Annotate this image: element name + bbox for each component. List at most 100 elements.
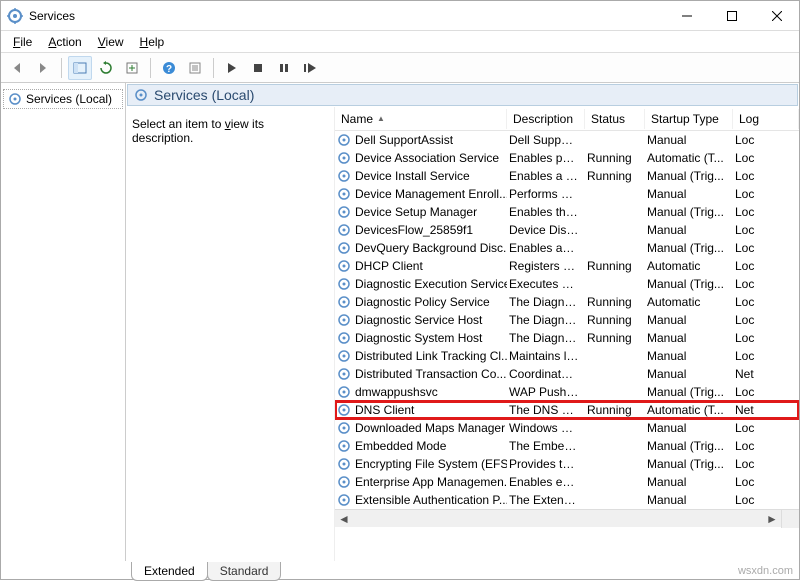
table-row[interactable]: Downloaded Maps ManagerWindows se...Manu… (335, 419, 799, 437)
service-description: Provides th... (507, 457, 585, 471)
column-log-on-as[interactable]: Log (733, 109, 799, 129)
menu-file[interactable]: File (5, 33, 40, 51)
tab-extended[interactable]: Extended (131, 562, 208, 581)
list-body[interactable]: Dell SupportAssistDell Suppor...ManualLo… (335, 131, 799, 509)
table-row[interactable]: DHCP ClientRegisters an...RunningAutomat… (335, 257, 799, 275)
service-logon: Loc (733, 277, 799, 291)
tree-item-label: Services (Local) (26, 92, 112, 106)
service-description: Performs D... (507, 187, 585, 201)
service-description: The Diagno... (507, 331, 585, 345)
service-logon: Loc (733, 259, 799, 273)
view-tabs: Extended Standard (1, 559, 799, 581)
export-list-button[interactable] (120, 56, 144, 80)
forward-button[interactable] (31, 56, 55, 80)
gear-icon (337, 241, 351, 255)
service-name: Device Management Enroll... (355, 187, 507, 201)
separator (150, 58, 151, 78)
pause-service-button[interactable] (272, 56, 296, 80)
service-description: Windows se... (507, 421, 585, 435)
help-button[interactable]: ? (157, 56, 181, 80)
service-logon: Loc (733, 331, 799, 345)
service-startup-type: Manual (645, 421, 733, 435)
titlebar: Services (1, 1, 799, 31)
gear-icon (337, 421, 351, 435)
table-row[interactable]: Extensible Authentication P...The Extens… (335, 491, 799, 509)
table-row[interactable]: dmwappushsvcWAP Push ...Manual (Trig...L… (335, 383, 799, 401)
horizontal-scrollbar[interactable]: ◄ ► (335, 509, 799, 527)
gear-icon (337, 475, 351, 489)
table-row[interactable]: DevQuery Background Disc...Enables app..… (335, 239, 799, 257)
table-row[interactable]: Device Install ServiceEnables a c...Runn… (335, 167, 799, 185)
service-name: DevQuery Background Disc... (355, 241, 507, 255)
menu-help[interactable]: Help (132, 33, 173, 51)
table-row[interactable]: Diagnostic Service HostThe Diagno...Runn… (335, 311, 799, 329)
table-row[interactable]: Dell SupportAssistDell Suppor...ManualLo… (335, 131, 799, 149)
show-hide-tree-button[interactable] (68, 56, 92, 80)
stop-service-button[interactable] (246, 56, 270, 80)
service-description: The Diagno... (507, 313, 585, 327)
service-startup-type: Manual (Trig... (645, 277, 733, 291)
service-name: Extensible Authentication P... (355, 493, 507, 507)
table-row[interactable]: Encrypting File System (EFS)Provides th.… (335, 455, 799, 473)
gear-icon (8, 92, 22, 106)
gear-icon (337, 367, 351, 381)
close-button[interactable] (754, 1, 799, 30)
services-app-icon (7, 8, 23, 24)
gear-icon (134, 88, 148, 102)
gear-icon (337, 151, 351, 165)
refresh-button[interactable] (94, 56, 118, 80)
service-startup-type: Manual (645, 493, 733, 507)
service-name: dmwappushsvc (355, 385, 438, 399)
service-name: DevicesFlow_25859f1 (355, 223, 473, 237)
column-description[interactable]: Description (507, 109, 585, 129)
gear-icon (337, 205, 351, 219)
table-row[interactable]: Enterprise App Managemen...Enables ent..… (335, 473, 799, 491)
scroll-right-icon[interactable]: ► (763, 510, 781, 528)
table-row[interactable]: Distributed Link Tracking Cl...Maintains… (335, 347, 799, 365)
service-name: Distributed Transaction Co... (355, 367, 506, 381)
table-row[interactable]: Diagnostic Policy ServiceThe Diagno...Ru… (335, 293, 799, 311)
table-row[interactable]: Diagnostic Execution ServiceExecutes dia… (335, 275, 799, 293)
gear-icon (337, 133, 351, 147)
start-service-button[interactable] (220, 56, 244, 80)
scroll-left-icon[interactable]: ◄ (335, 510, 353, 528)
table-row[interactable]: Device Setup ManagerEnables the ...Manua… (335, 203, 799, 221)
service-logon: Loc (733, 349, 799, 363)
table-row[interactable]: Embedded ModeThe Embed...Manual (Trig...… (335, 437, 799, 455)
column-startup-type[interactable]: Startup Type (645, 109, 733, 129)
main-area: Services (Local) Services (Local) Select… (1, 83, 799, 561)
maximize-button[interactable] (709, 1, 754, 30)
service-logon: Net (733, 403, 799, 417)
gear-icon (337, 277, 351, 291)
service-logon: Loc (733, 133, 799, 147)
minimize-button[interactable] (664, 1, 709, 30)
service-name: Encrypting File System (EFS) (355, 457, 507, 471)
service-name: Distributed Link Tracking Cl... (355, 349, 507, 363)
table-row[interactable]: Device Association ServiceEnables pai...… (335, 149, 799, 167)
menu-action[interactable]: Action (40, 33, 89, 51)
service-startup-type: Manual (645, 349, 733, 363)
service-startup-type: Manual (645, 367, 733, 381)
menu-view[interactable]: View (90, 33, 132, 51)
service-logon: Loc (733, 421, 799, 435)
service-startup-type: Manual (645, 133, 733, 147)
tab-standard[interactable]: Standard (207, 562, 282, 581)
tree-item-services-local[interactable]: Services (Local) (3, 89, 123, 109)
table-row[interactable]: DevicesFlow_25859f1Device Disc...ManualL… (335, 221, 799, 239)
table-row[interactable]: DNS ClientThe DNS Cli...RunningAutomatic… (335, 401, 799, 419)
table-row[interactable]: Distributed Transaction Co...Coordinates… (335, 365, 799, 383)
properties-button[interactable] (183, 56, 207, 80)
table-row[interactable]: Device Management Enroll...Performs D...… (335, 185, 799, 203)
service-startup-type: Manual (645, 313, 733, 327)
service-description: Enables the ... (507, 205, 585, 219)
table-row[interactable]: Diagnostic System HostThe Diagno...Runni… (335, 329, 799, 347)
column-status[interactable]: Status (585, 109, 645, 129)
service-status: Running (585, 295, 645, 309)
gear-icon (337, 259, 351, 273)
service-logon: Loc (733, 313, 799, 327)
restart-service-button[interactable] (298, 56, 322, 80)
back-button[interactable] (5, 56, 29, 80)
service-description: Coordinates... (507, 367, 585, 381)
column-name[interactable]: Name▲ (335, 109, 507, 129)
service-description: Registers an... (507, 259, 585, 273)
